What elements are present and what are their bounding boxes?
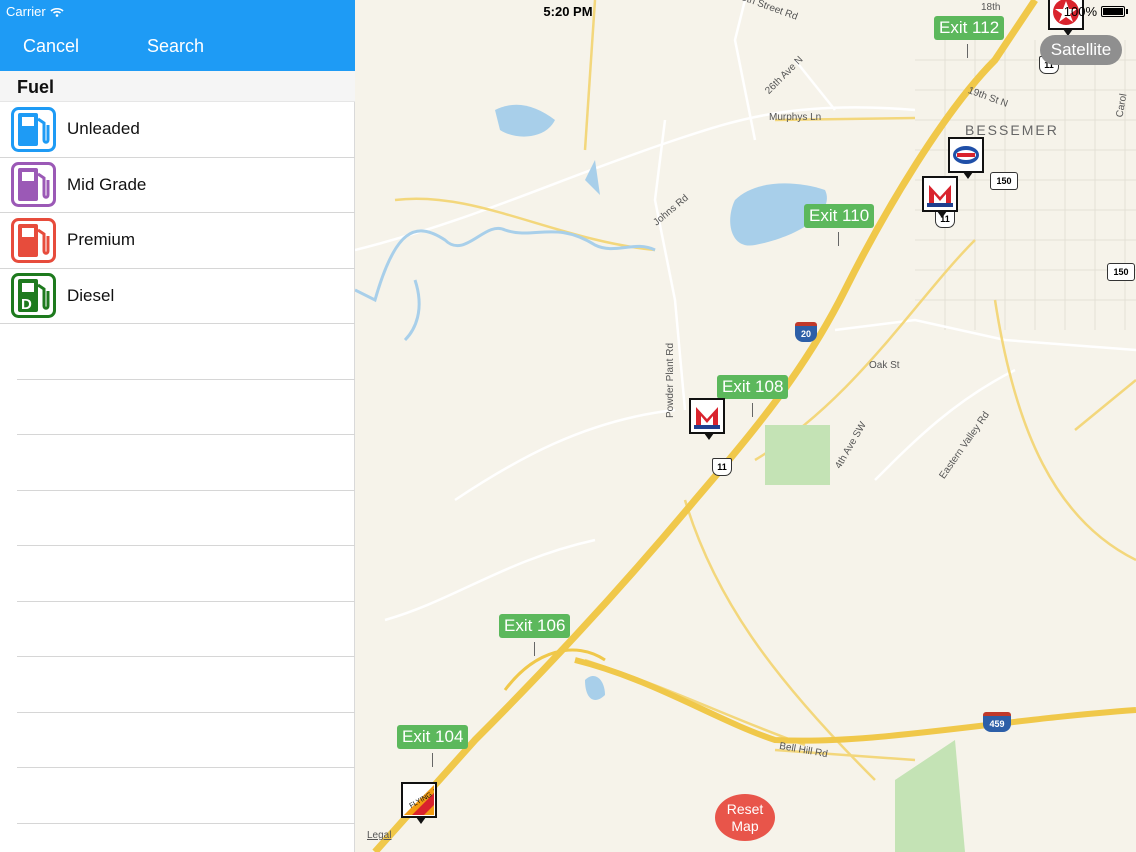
battery-label: 100% [1063, 4, 1097, 19]
diesel-pump-icon: D [11, 273, 56, 319]
interstate-shield: 459 [983, 712, 1011, 732]
status-bar: Carrier 5:20 PM 100% [0, 0, 1136, 22]
state-route-shield: 150 [990, 172, 1018, 190]
reset-label-line1: Reset [726, 800, 764, 817]
app-root: BESSEMER 5th Street Rd 26th Ave N 19th S… [0, 0, 1136, 852]
empty-row [17, 324, 355, 380]
marathon-logo-icon [694, 407, 720, 429]
empty-row [17, 546, 355, 602]
section-header-fuel: Fuel [0, 71, 355, 102]
empty-row [17, 713, 355, 768]
marathon-station-pin[interactable] [689, 398, 725, 440]
fuel-pump-icon [11, 217, 56, 263]
battery-icon [1101, 6, 1125, 17]
reset-map-button[interactable]: Reset Map [715, 794, 775, 841]
empty-row [17, 435, 355, 491]
exit-marker [967, 44, 968, 58]
fuel-row-label: Premium [67, 230, 136, 250]
empty-row [17, 602, 355, 657]
road-label: Oak St [869, 360, 900, 371]
marathon-logo-icon [927, 185, 953, 207]
satellite-button[interactable]: Satellite [1040, 35, 1122, 65]
empty-row [17, 380, 355, 435]
reset-label-line2: Map [731, 817, 759, 834]
fuel-pump-icon [11, 162, 56, 208]
fuel-row-diesel[interactable]: D Diesel [0, 269, 355, 324]
exit-marker [534, 642, 535, 656]
battery-nub [1126, 9, 1128, 14]
exit-marker [432, 753, 433, 767]
exit-marker [838, 232, 839, 246]
exit-label[interactable]: Exit 104 [397, 725, 469, 749]
fuel-row-premium[interactable]: Premium [0, 213, 355, 269]
fuel-type-list: Unleaded Mid Grade Premium D Diesel [0, 102, 355, 824]
interstate-shield: 20 [795, 322, 817, 342]
exit-marker [752, 403, 753, 417]
exit-label[interactable]: Exit 110 [804, 204, 875, 228]
state-route-shield: 150 [1107, 263, 1135, 281]
fuel-filter-panel: Cancel Search Fuel Unleaded Mid Grade Pr… [0, 0, 355, 852]
exit-label[interactable]: Exit 106 [499, 614, 571, 638]
cancel-button[interactable]: Cancel [23, 36, 79, 57]
map-view[interactable]: BESSEMER 5th Street Rd 26th Ave N 19th S… [355, 0, 1136, 852]
empty-row [17, 768, 355, 824]
exxon-station-pin[interactable] [948, 137, 984, 179]
exit-label[interactable]: Exit 108 [717, 375, 789, 399]
fuel-row-label: Unleaded [67, 119, 140, 139]
fuel-row-mid-grade[interactable]: Mid Grade [0, 158, 355, 213]
search-button[interactable]: Search [147, 36, 204, 57]
marathon-station-pin[interactable] [922, 176, 958, 218]
us-route-shield: 11 [712, 458, 732, 476]
battery-indicator: 100% [1064, 4, 1128, 19]
status-time: 5:20 PM [543, 4, 593, 19]
fuel-row-label: Mid Grade [67, 174, 147, 194]
empty-row [17, 657, 355, 713]
fuel-row-label: Diesel [67, 285, 115, 305]
city-label: BESSEMER [965, 122, 1059, 138]
fuel-pump-icon [11, 106, 56, 152]
road-label: Murphys Ln [769, 112, 822, 123]
exxon-logo-icon [953, 146, 979, 164]
road-label: Powder Plant Rd [665, 342, 677, 419]
empty-row [17, 491, 355, 546]
flying-j-station-pin[interactable]: FLYING J [401, 782, 437, 824]
fuel-row-unleaded[interactable]: Unleaded [0, 102, 355, 158]
legal-link[interactable]: Legal [367, 830, 391, 841]
svg-text:D: D [21, 296, 32, 313]
flying-j-logo-icon: FLYING J [404, 785, 434, 815]
